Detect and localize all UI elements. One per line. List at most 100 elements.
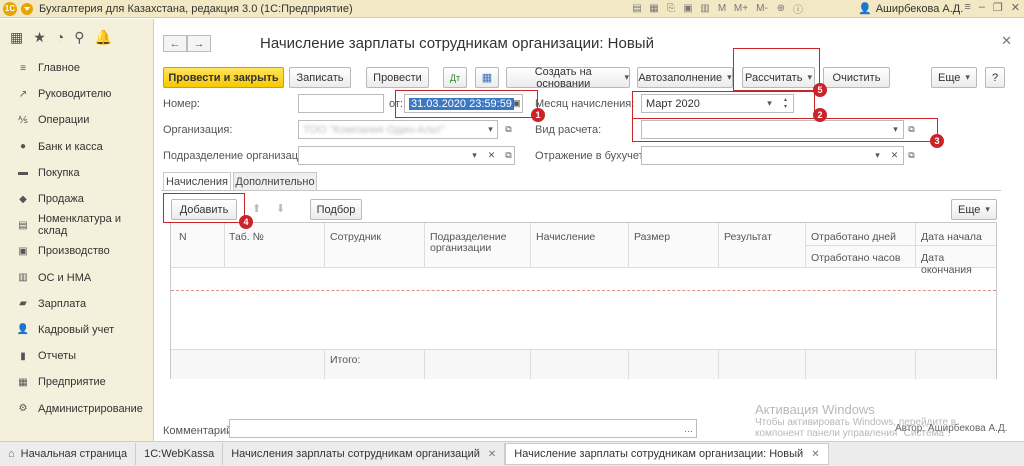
close-icon[interactable]: ✕ (1001, 33, 1012, 49)
search-icon[interactable]: ⚲ (74, 29, 84, 46)
preview-icon[interactable]: ▦ (647, 1, 661, 15)
home-icon: ⌂ (8, 448, 15, 460)
annotation-box-5 (733, 48, 820, 91)
open-icon[interactable]: ⧉ (502, 121, 515, 138)
annotation-box-1 (395, 90, 538, 118)
tab-home-page[interactable]: ⌂ Начальная страница (0, 443, 137, 465)
attach-icon[interactable]: ⎘ (664, 1, 678, 15)
column-employee[interactable]: Сотрудник (330, 231, 381, 243)
column-n[interactable]: N (179, 231, 187, 243)
annotation-box-2 (632, 91, 815, 119)
sidebar-item-assets[interactable]: ▥ ОС и НМА (0, 265, 153, 291)
more-menu-icon[interactable]: ≡ (964, 1, 970, 14)
autofill-button[interactable]: Автозаполнение (637, 67, 733, 88)
close-icon[interactable]: ✕ (811, 449, 819, 460)
pick-button[interactable]: Подбор (310, 199, 362, 220)
task-label: Начисление зарплаты сотрудникам организа… (514, 448, 804, 460)
comment-field[interactable] (229, 419, 697, 438)
maximize-icon[interactable]: ❐ (993, 1, 1003, 14)
sidebar-item-operations[interactable]: ⅍ Операции (0, 107, 153, 133)
calc-icon[interactable]: ▥ (698, 1, 712, 15)
operations-icon: ⅍ (18, 114, 28, 126)
column-department-line2: организации (430, 242, 492, 254)
clear-field-icon[interactable]: ✕ (888, 147, 901, 164)
column-size[interactable]: Размер (634, 231, 670, 243)
move-down-icon[interactable]: ⬇ (276, 202, 285, 215)
minimize-icon[interactable]: – (979, 1, 985, 14)
journal-icon[interactable]: Дт (443, 67, 467, 88)
memory-plus-button[interactable]: M+ (732, 1, 750, 15)
accruals-table[interactable]: N Таб. № Сотрудник Подразделение организ… (170, 222, 997, 379)
sidebar-item-label: Кадровый учет (38, 323, 115, 336)
document-author: Автор: Аширбекова А.Д. (895, 423, 1008, 434)
print-icon[interactable]: ▤ (630, 1, 644, 15)
tab-accruals-list[interactable]: Начисления зарплаты сотрудникам организа… (223, 443, 506, 465)
month-label: Месяц начисления: (535, 98, 635, 110)
move-up-icon[interactable]: ⬆ (252, 202, 261, 215)
post-and-close-button[interactable]: Провести и закрыть (163, 67, 284, 88)
column-hours[interactable]: Отработано часов (811, 252, 900, 264)
table-more-button[interactable]: Еще (951, 199, 997, 220)
reflection-field[interactable] (641, 146, 904, 165)
organization-field[interactable]: ТОО "Компания Один-Альт" (298, 120, 498, 139)
help-button[interactable]: ? (985, 67, 1005, 88)
sidebar-item-enterprise[interactable]: ▦ Предприятие (0, 369, 153, 395)
tab-additional[interactable]: Дополнительно (233, 172, 317, 191)
zoom-icon[interactable]: ⊕ (774, 1, 788, 15)
tab-webkassa[interactable]: 1С:WebKassa (136, 443, 224, 465)
apps-grid-icon[interactable]: ▦ (10, 29, 23, 46)
close-window-icon[interactable]: ✕ (1011, 1, 1020, 14)
sidebar-item-purchase[interactable]: ▬ Покупка (0, 160, 153, 186)
sidebar-item-production[interactable]: ▣ Производство (0, 238, 153, 264)
app-titlebar: 1С Бухгалтерия для Казахстана, редакция … (0, 0, 1024, 18)
sidebar-item-main[interactable]: ≡ Главное (0, 55, 153, 81)
memory-minus-button[interactable]: M- (753, 1, 771, 15)
more-button[interactable]: Еще (931, 67, 977, 88)
annotation-box-4 (163, 193, 245, 223)
sidebar-item-salary[interactable]: ▰ Зарплата (0, 291, 153, 317)
structure-icon[interactable]: ▦ (475, 67, 499, 88)
sidebar-item-warehouse[interactable]: ▤ Номенклатура и склад (0, 212, 153, 238)
column-date-end[interactable]: Дата окончания (921, 252, 996, 276)
open-icon[interactable]: ⧉ (502, 147, 515, 164)
back-arrow-icon[interactable]: ← (163, 35, 187, 52)
tab-accruals[interactable]: Начисления (163, 172, 231, 191)
forward-arrow-icon[interactable]: → (187, 35, 211, 52)
column-date-start[interactable]: Дата начала (921, 231, 982, 243)
chevron-down-icon[interactable]: ▾ (468, 147, 481, 164)
open-icon[interactable]: ⧉ (905, 147, 918, 164)
chevron-down-icon[interactable]: ▾ (484, 121, 497, 138)
sidebar-item-label: Банк и касса (38, 140, 103, 153)
tab-divider (161, 190, 1001, 191)
memory-button[interactable]: M (715, 1, 729, 15)
clear-field-icon[interactable]: ✕ (485, 147, 498, 164)
calendar-icon[interactable]: ▣ (681, 1, 695, 15)
sidebar-item-reports[interactable]: ▮ Отчеты (0, 343, 153, 369)
tab-accrual-new[interactable]: Начисление зарплаты сотрудникам организа… (505, 443, 829, 465)
department-field[interactable] (298, 146, 515, 165)
sidebar-item-admin[interactable]: ⚙ Администрирование (0, 395, 153, 421)
history-icon[interactable]: ◔ (56, 29, 64, 45)
main-menu-icon[interactable] (21, 2, 33, 15)
create-based-on-button[interactable]: Создать на основании (506, 66, 630, 90)
sidebar-item-bank[interactable]: ● Банк и касса (0, 134, 153, 160)
column-accrual[interactable]: Начисление (536, 231, 595, 243)
number-field[interactable] (298, 94, 384, 113)
notifications-bell-icon[interactable]: 🔔 (95, 29, 112, 46)
ellipsis-icon[interactable]: … (682, 420, 695, 437)
column-tab-no[interactable]: Таб. № (229, 231, 264, 243)
save-button[interactable]: Записать (289, 67, 351, 88)
column-result[interactable]: Результат (724, 231, 772, 243)
close-icon[interactable]: ✕ (488, 449, 496, 460)
history-nav: ← → (163, 35, 211, 52)
sidebar-item-sale[interactable]: ◆ Продажа (0, 186, 153, 212)
column-days[interactable]: Отработано дней (811, 231, 896, 243)
post-button[interactable]: Провести (366, 67, 429, 88)
favorites-star-icon[interactable]: ★ (33, 29, 46, 46)
clear-button[interactable]: Очистить (823, 67, 890, 88)
sidebar-item-personnel[interactable]: 👤 Кадровый учет (0, 317, 153, 343)
sidebar-item-director[interactable]: ↗ Руководителю (0, 81, 153, 107)
current-user[interactable]: 👤 Аширбекова А.Д. (858, 2, 963, 16)
info-icon[interactable]: ⓘ (791, 1, 805, 16)
chevron-down-icon[interactable]: ▾ (871, 147, 884, 164)
